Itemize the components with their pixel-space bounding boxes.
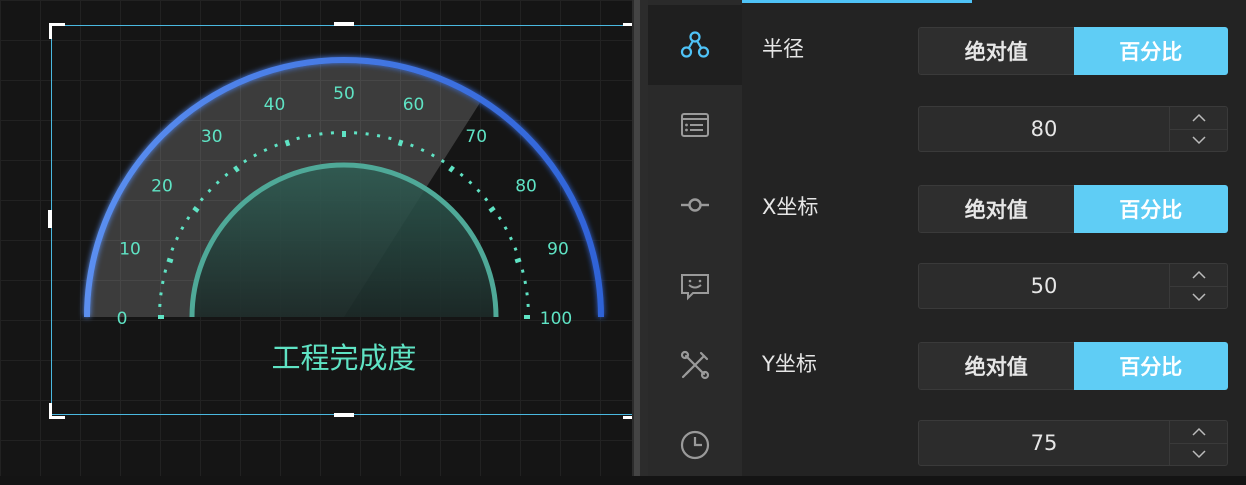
radius-mode-toggle[interactable]: 绝对值 百分比: [918, 27, 1228, 75]
design-canvas[interactable]: 0102030405060708090100 工程完成度: [0, 0, 632, 476]
nav-layout[interactable]: [648, 5, 742, 85]
x-increment-button[interactable]: [1170, 264, 1228, 287]
nav-data[interactable]: [648, 85, 742, 165]
y-mode-toggle[interactable]: 绝对值 百分比: [918, 342, 1228, 390]
y-increment-button[interactable]: [1170, 421, 1228, 444]
resize-handle-bottom[interactable]: [334, 413, 354, 417]
resize-handle-bottom-left[interactable]: [49, 403, 65, 419]
splitter-bar[interactable]: [634, 0, 640, 476]
x-input[interactable]: 50: [918, 263, 1228, 309]
radius-decrement-button[interactable]: [1170, 129, 1228, 151]
y-input[interactable]: 75: [918, 420, 1228, 466]
nav-tooltip[interactable]: [648, 245, 742, 325]
clock-icon: [678, 428, 712, 462]
list-card-icon: [678, 108, 712, 142]
chevron-up-icon: [1192, 113, 1206, 123]
radius-absolute-option[interactable]: 绝对值: [918, 27, 1074, 75]
x-value[interactable]: 50: [919, 264, 1169, 308]
radius-label: 半径: [762, 33, 804, 63]
selection-box[interactable]: [51, 25, 632, 415]
resize-handle-top-right[interactable]: [623, 23, 632, 39]
chevron-down-icon: [1192, 292, 1206, 302]
commit-node-icon: [678, 188, 712, 222]
x-absolute-option[interactable]: 绝对值: [918, 185, 1074, 233]
nav-interaction[interactable]: [648, 165, 742, 245]
active-tab-indicator: [742, 0, 972, 3]
radius-percent-option[interactable]: 百分比: [1074, 27, 1229, 75]
radius-stepper[interactable]: [1169, 107, 1228, 151]
chevron-down-icon: [1192, 449, 1206, 459]
y-stepper[interactable]: [1169, 421, 1228, 465]
y-value[interactable]: 75: [919, 421, 1169, 465]
resize-handle-top[interactable]: [334, 22, 354, 26]
chevron-down-icon: [1192, 135, 1206, 145]
x-stepper[interactable]: [1169, 264, 1228, 308]
radius-value[interactable]: 80: [919, 107, 1169, 151]
chevron-up-icon: [1192, 270, 1206, 280]
x-mode-toggle[interactable]: 绝对值 百分比: [918, 185, 1228, 233]
y-absolute-option[interactable]: 绝对值: [918, 342, 1074, 390]
y-decrement-button[interactable]: [1170, 443, 1228, 465]
resize-handle-left[interactable]: [48, 210, 52, 228]
radius-increment-button[interactable]: [1170, 107, 1228, 130]
chat-bubble-icon: [678, 268, 712, 302]
chevron-up-icon: [1192, 427, 1206, 437]
resize-handle-bottom-right[interactable]: [623, 403, 632, 419]
x-decrement-button[interactable]: [1170, 286, 1228, 308]
tools-icon: [678, 348, 712, 382]
x-coordinate-label: X坐标: [762, 191, 818, 221]
share-nodes-icon: [678, 28, 712, 62]
resize-handle-top-left[interactable]: [49, 23, 65, 39]
nav-settings[interactable]: [648, 325, 742, 405]
y-coordinate-label: Y坐标: [762, 348, 817, 378]
nav-animation[interactable]: [648, 405, 742, 485]
radius-input[interactable]: 80: [918, 106, 1228, 152]
x-percent-option[interactable]: 百分比: [1074, 185, 1229, 233]
y-percent-option[interactable]: 百分比: [1074, 342, 1229, 390]
